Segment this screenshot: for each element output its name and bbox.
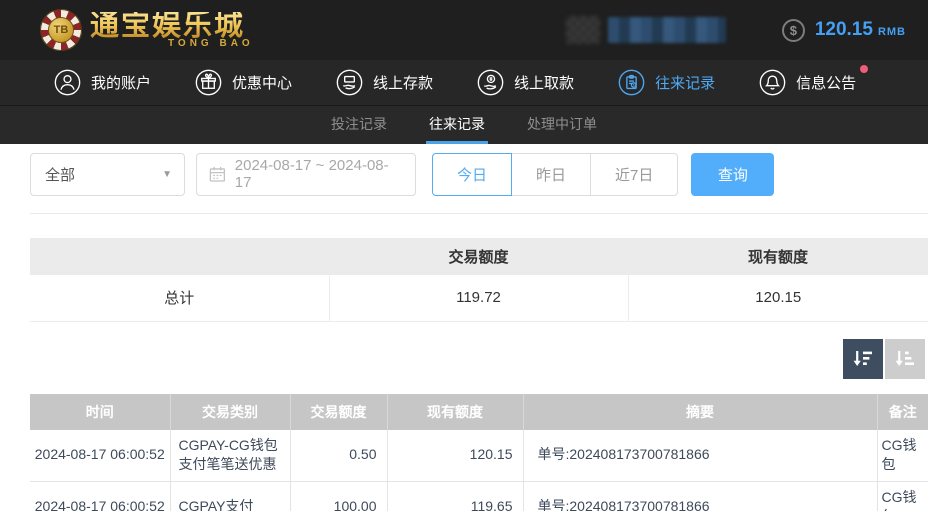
record-type: CGPAY-CG钱包支付笔笔送优惠 bbox=[169, 429, 290, 482]
record-amount: 100.00 bbox=[289, 481, 387, 511]
nav-item-label: 线上取款 bbox=[514, 75, 575, 92]
censored-avatar bbox=[565, 16, 600, 44]
records-header-amount: 交易额度 bbox=[289, 393, 387, 430]
tab-pending-orders[interactable]: 处理中订单 bbox=[524, 106, 600, 144]
chevron-down-icon: ▼ bbox=[162, 168, 172, 180]
subtab-bar: 投注记录 往来记录 处理中订单 bbox=[0, 106, 928, 144]
query-button[interactable]: 查询 bbox=[691, 152, 775, 196]
account-area: $ 120.15 RMB bbox=[565, 16, 906, 44]
nav-item-promotions[interactable]: 优惠中心 bbox=[195, 69, 292, 96]
records-header-summary: 摘要 bbox=[522, 393, 877, 430]
nav-item-label: 优惠中心 bbox=[232, 75, 293, 92]
sort-ascending-icon bbox=[895, 350, 914, 366]
summary-transaction-amount: 119.72 bbox=[328, 275, 628, 322]
tab-transaction-records[interactable]: 往来记录 bbox=[426, 106, 488, 144]
sort-buttons bbox=[0, 338, 925, 379]
record-remark: CG钱包 bbox=[876, 481, 928, 511]
records-header-time: 时间 bbox=[30, 393, 170, 430]
date-range-value: 2024-08-17 ~ 2024-08-17 bbox=[234, 157, 389, 191]
records-header-remark: 备注 bbox=[876, 393, 928, 430]
record-row: 2024-08-17 06:00:52 CGPAY支付 100.00 119.6… bbox=[30, 481, 928, 511]
records-icon bbox=[618, 69, 645, 96]
type-select[interactable]: 全部 ▼ bbox=[30, 152, 185, 196]
gift-icon bbox=[195, 69, 222, 96]
casino-chip-icon: TB bbox=[40, 9, 82, 51]
last-7-days-button[interactable]: 近7日 bbox=[590, 152, 679, 196]
tab-betting-records[interactable]: 投注记录 bbox=[328, 106, 390, 144]
nav-item-transaction-records[interactable]: 往来记录 bbox=[618, 69, 715, 96]
nav-item-label: 往来记录 bbox=[655, 75, 716, 92]
records-header-type: 交易类别 bbox=[169, 393, 290, 430]
balance-amount: 120.15 bbox=[814, 19, 873, 40]
user-icon bbox=[54, 69, 81, 96]
nav-item-label: 我的账户 bbox=[91, 75, 152, 92]
notification-dot bbox=[860, 65, 869, 73]
summary-header-current-balance: 现有额度 bbox=[628, 238, 928, 275]
summary-header-empty bbox=[30, 238, 329, 275]
date-range-input[interactable]: 2024-08-17 ~ 2024-08-17 bbox=[196, 152, 416, 196]
page: { "header": { "logo": { "chip_text": "TB… bbox=[0, 0, 928, 511]
withdraw-icon bbox=[477, 69, 504, 96]
today-button[interactable]: 今日 bbox=[432, 152, 513, 196]
brand-logo[interactable]: TB 通宝娱乐城 TONG BAO bbox=[40, 9, 254, 51]
sort-descending-button[interactable] bbox=[843, 338, 883, 379]
summary-current-balance: 120.15 bbox=[627, 275, 928, 322]
nav-item-withdraw[interactable]: 线上取款 bbox=[477, 69, 574, 96]
brand-subtitle: TONG BAO bbox=[168, 37, 254, 49]
brand-name: 通宝娱乐城 bbox=[90, 11, 254, 41]
sort-descending-icon bbox=[853, 350, 872, 366]
record-time: 2024-08-17 06:00:52 bbox=[30, 481, 170, 511]
nav-item-deposit[interactable]: 线上存款 bbox=[336, 69, 433, 96]
nav-item-label: 信息公告 bbox=[796, 75, 857, 92]
nav-item-label: 线上存款 bbox=[373, 75, 434, 92]
balance-currency: RMB bbox=[877, 26, 906, 38]
nav-item-my-account[interactable]: 我的账户 bbox=[54, 69, 151, 96]
nav-item-announcements[interactable]: 信息公告 bbox=[759, 65, 869, 96]
main-nav: 我的账户 优惠中心 线上存款 线上取款 往来记录 信息公告 bbox=[0, 60, 928, 106]
summary-header-transaction-amount: 交易额度 bbox=[329, 238, 628, 275]
records-header-balance: 现有额度 bbox=[386, 393, 523, 430]
summary-total-row: 总计 119.72 120.15 bbox=[30, 275, 928, 322]
record-amount: 0.50 bbox=[289, 429, 387, 482]
summary-total-label: 总计 bbox=[30, 275, 329, 322]
records-header-row: 时间 交易类别 交易额度 现有额度 摘要 备注 bbox=[30, 393, 928, 430]
chip-label: TB bbox=[48, 17, 74, 43]
record-type: CGPAY支付 bbox=[169, 481, 290, 511]
record-balance: 119.65 bbox=[386, 481, 523, 511]
yesterday-button[interactable]: 昨日 bbox=[511, 152, 592, 196]
coin-icon: $ bbox=[781, 18, 805, 42]
sort-ascending-button[interactable] bbox=[885, 338, 925, 379]
bell-icon bbox=[759, 69, 786, 96]
calendar-icon bbox=[209, 166, 226, 182]
brand-text: 通宝娱乐城 TONG BAO bbox=[90, 11, 254, 49]
record-balance: 120.15 bbox=[386, 429, 523, 482]
record-summary: 单号:202408173700781866 bbox=[522, 481, 877, 511]
summary-table: 交易额度 现有额度 总计 119.72 120.15 bbox=[30, 238, 928, 322]
record-summary: 单号:202408173700781866 bbox=[522, 429, 877, 482]
censored-username bbox=[607, 17, 726, 43]
record-time: 2024-08-17 06:00:52 bbox=[30, 429, 170, 482]
quick-date-group: 今日 昨日 近7日 bbox=[432, 152, 679, 196]
deposit-icon bbox=[336, 69, 363, 96]
summary-header-row: 交易额度 现有额度 bbox=[30, 238, 928, 275]
type-select-value: 全部 bbox=[45, 166, 76, 184]
section-divider bbox=[30, 213, 928, 214]
record-remark: CG钱包 bbox=[876, 429, 928, 482]
records-table: 时间 交易类别 交易额度 现有额度 摘要 备注 2024-08-17 06:00… bbox=[30, 393, 928, 511]
filter-row: 全部 ▼ 2024-08-17 ~ 2024-08-17 今日 昨日 近7日 查… bbox=[0, 144, 928, 196]
record-row: 2024-08-17 06:00:52 CGPAY-CG钱包支付笔笔送优惠 0.… bbox=[30, 429, 928, 482]
top-header: TB 通宝娱乐城 TONG BAO $ 120.15 RMB bbox=[0, 0, 928, 60]
